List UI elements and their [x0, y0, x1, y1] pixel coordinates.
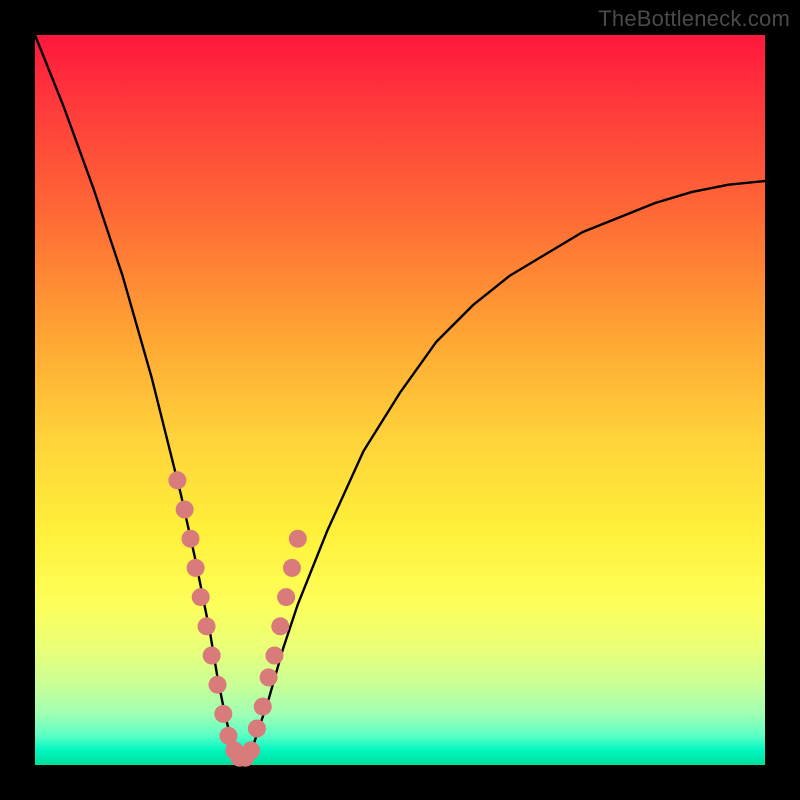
marker-point [214, 705, 232, 723]
marker-point [187, 559, 205, 577]
marker-point [203, 647, 221, 665]
marker-point [283, 559, 301, 577]
marker-point [176, 501, 194, 519]
chart-frame: TheBottleneck.com [0, 0, 800, 800]
plot-area [35, 35, 765, 765]
bottleneck-curve [35, 35, 765, 758]
marker-point [198, 617, 216, 635]
marker-point [277, 588, 295, 606]
marker-point [289, 530, 307, 548]
marker-group [168, 471, 306, 766]
marker-point [254, 698, 272, 716]
marker-point [265, 647, 283, 665]
marker-point [209, 676, 227, 694]
marker-point [168, 471, 186, 489]
marker-point [192, 588, 210, 606]
marker-point [260, 668, 278, 686]
marker-point [181, 530, 199, 548]
marker-point [271, 617, 289, 635]
chart-svg [35, 35, 765, 765]
marker-point [248, 720, 266, 738]
marker-point [242, 741, 260, 759]
watermark-text: TheBottleneck.com [598, 6, 790, 32]
